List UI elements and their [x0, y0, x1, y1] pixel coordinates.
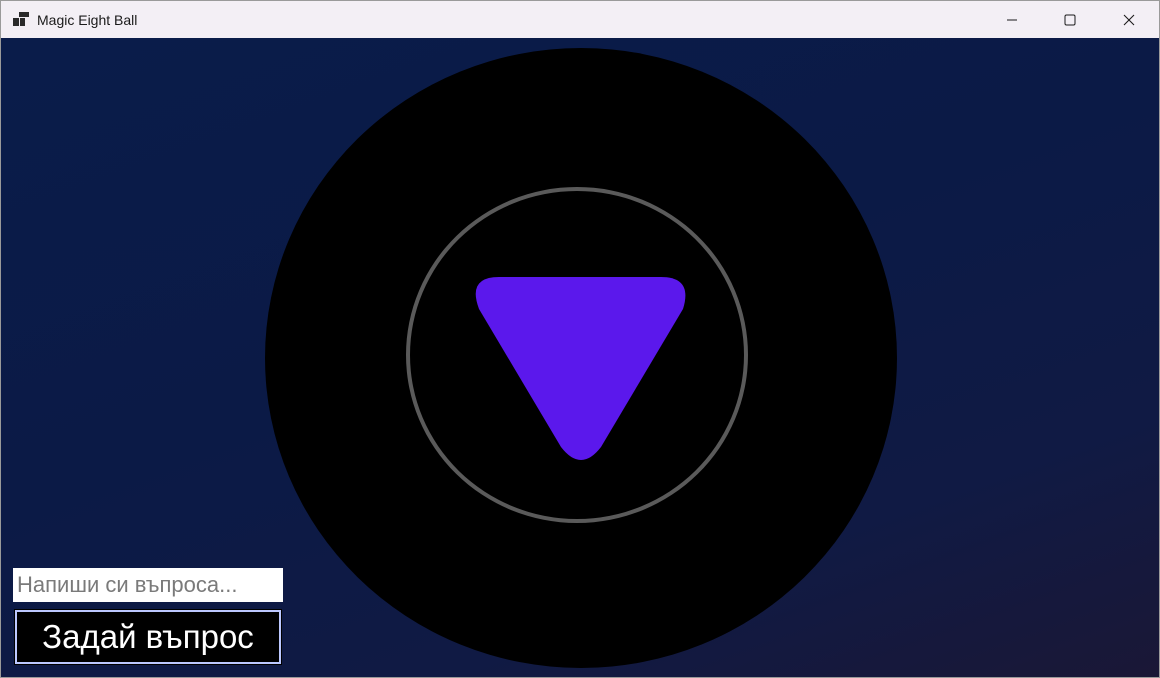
client-area: Задай въпрос [1, 38, 1159, 677]
window-title: Magic Eight Ball [37, 12, 138, 28]
question-input[interactable] [13, 568, 283, 602]
close-icon [1123, 14, 1135, 25]
ask-question-button[interactable]: Задай въпрос [14, 609, 282, 665]
title-bar[interactable]: Magic Eight Ball [1, 1, 1159, 38]
minimize-button[interactable] [983, 1, 1041, 38]
minimize-icon [1007, 19, 1017, 20]
app-icon [13, 12, 29, 26]
maximize-icon [1064, 14, 1076, 25]
answer-triangle [475, 277, 686, 460]
maximize-button[interactable] [1041, 1, 1099, 38]
app-window: Magic Eight Ball Задай в [0, 0, 1160, 678]
eight-ball[interactable] [265, 48, 897, 668]
close-button[interactable] [1100, 1, 1158, 38]
